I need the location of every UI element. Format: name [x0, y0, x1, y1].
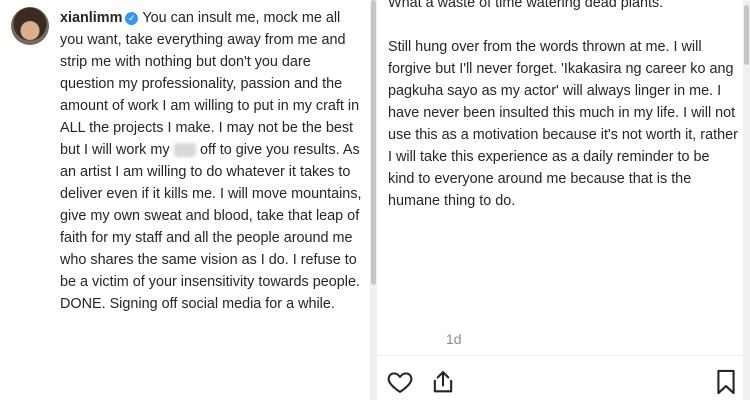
caption-text-continued: off to give you results. As an artist I …: [60, 142, 362, 312]
post-continuation: What a waste of time watering dead plant…: [388, 0, 738, 234]
scrollbar-thumb[interactable]: [371, 0, 376, 285]
scrollbar[interactable]: [370, 0, 377, 400]
heart-icon[interactable]: [386, 368, 414, 396]
post-timestamp: 1d: [446, 331, 462, 347]
avatar[interactable]: [11, 7, 49, 45]
right-screenshot-panel: What a waste of time watering dead plant…: [377, 0, 750, 400]
continuation-paragraph: What a waste of time watering dead plant…: [388, 0, 664, 11]
verified-badge-icon: ✓: [125, 12, 139, 25]
censored-word: ass: [173, 143, 196, 157]
divider: [377, 355, 750, 356]
share-icon[interactable]: [429, 368, 457, 396]
continuation-paragraph: Still hung over from the words thrown at…: [388, 39, 738, 209]
username[interactable]: xianlimm: [60, 10, 122, 26]
bookmark-icon[interactable]: [712, 368, 740, 396]
scrollbar[interactable]: [743, 0, 750, 400]
caption-text: You can insult me, mock me all you want,…: [60, 10, 360, 158]
scrollbar-thumb[interactable]: [744, 5, 749, 65]
post-caption: xianlimm ✓ You can insult me, mock me all …: [60, 7, 363, 315]
left-screenshot-panel: xianlimm ✓ You can insult me, mock me all …: [0, 0, 370, 400]
